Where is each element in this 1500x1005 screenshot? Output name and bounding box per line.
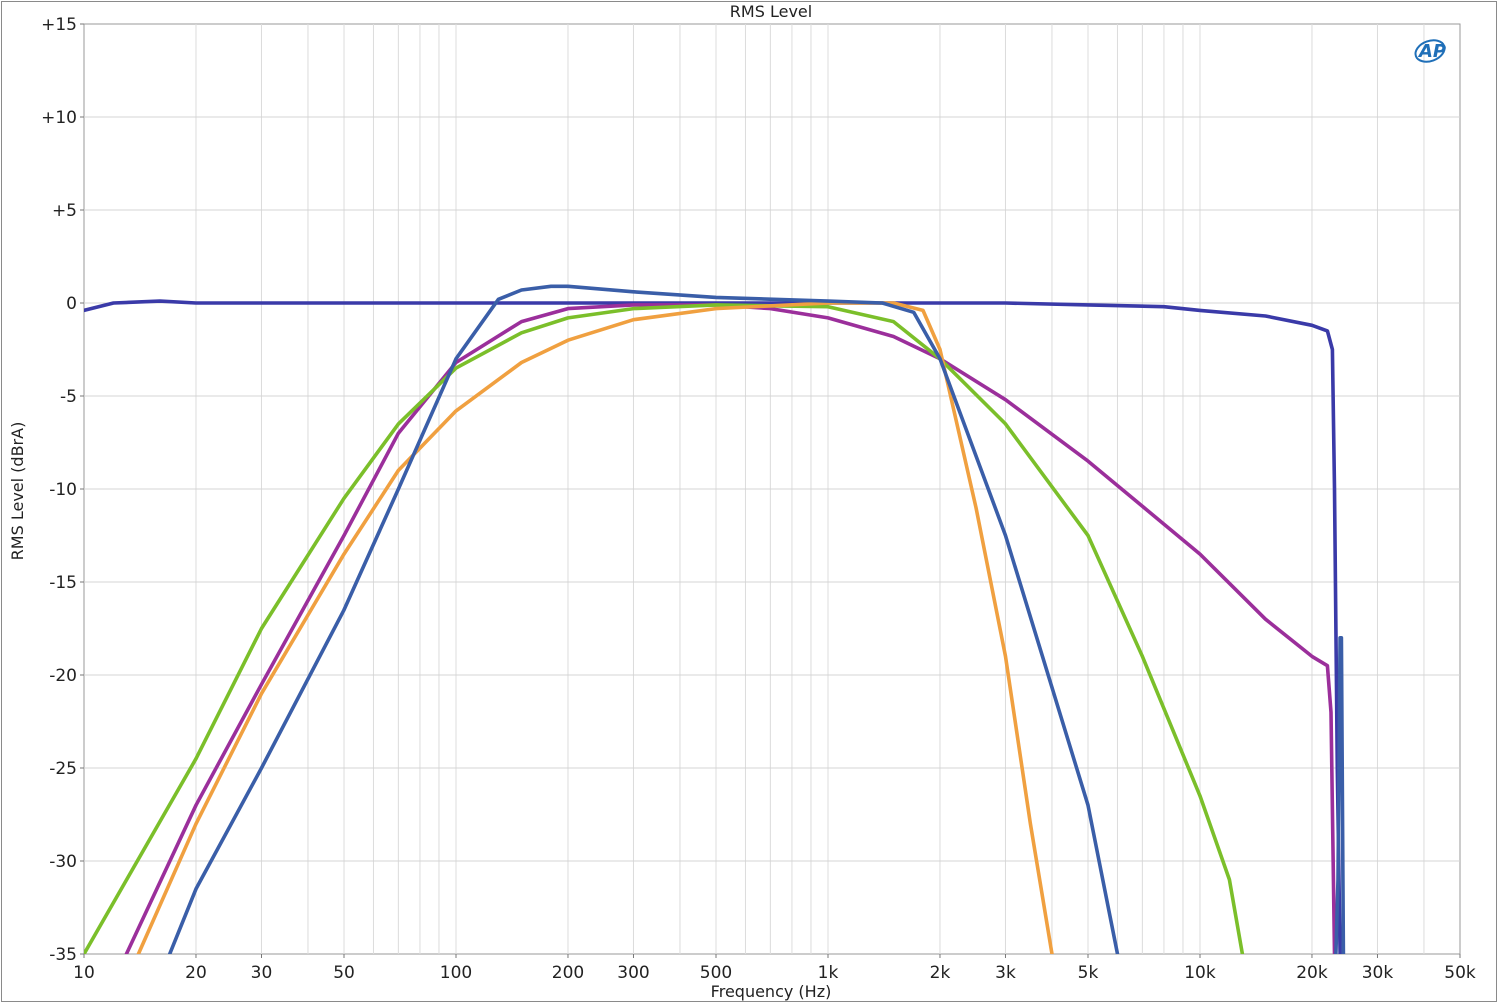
svg-text:AP: AP [1417,41,1446,62]
y-tick-label: -25 [49,759,77,779]
x-tick-label: 50 [333,963,355,983]
y-tick-label: -20 [49,666,77,686]
y-tick-label: +10 [41,108,77,128]
x-tick-label: 10k [1184,963,1216,983]
y-tick-label: +15 [41,15,77,35]
x-tick-label: 100 [440,963,472,983]
y-tick-label: -5 [60,387,77,407]
x-axis-label: Frequency (Hz) [711,982,832,1001]
x-tick-label: 20 [185,963,207,983]
x-tick-label: 2k [930,963,951,983]
x-tick-label: 10 [73,963,95,983]
y-tick-label: -10 [49,480,77,500]
y-tick-label: +5 [52,201,77,221]
chart-frame: 10 20 30 50 100 200 300 500 1k 2k 3k 5k 10k 20k 30k 50k… [1,1,1497,1002]
y-tick-labels: +15 +10 +5 0 -5 -10 -15 -20 -25 -30 -35 [41,15,84,965]
x-tick-label: 1k [818,963,839,983]
x-tick-label: 500 [700,963,732,983]
y-tick-label: 0 [66,294,77,314]
x-tick-label: 3k [995,963,1016,983]
y-tick-label: -30 [49,852,77,872]
x-tick-labels: 10 20 30 50 100 200 300 500 1k 2k 3k 5k 10k 20k 30k 50k [73,954,1476,983]
x-tick-label: 30k [1362,963,1394,983]
x-tick-label: 300 [617,963,649,983]
x-tick-label: 50k [1444,963,1476,983]
rms-level-chart: 10 20 30 50 100 200 300 500 1k 2k 3k 5k 10k 20k 30k 50k… [8,2,1476,1001]
chart-title: RMS Level [730,2,812,21]
x-tick-label: 5k [1078,963,1099,983]
x-tick-label: 20k [1296,963,1328,983]
y-tick-label: -15 [49,573,77,593]
y-tick-label: -35 [49,945,77,965]
y-axis-label: RMS Level (dBrA) [8,422,27,561]
x-tick-label: 200 [552,963,584,983]
x-tick-label: 30 [251,963,273,983]
